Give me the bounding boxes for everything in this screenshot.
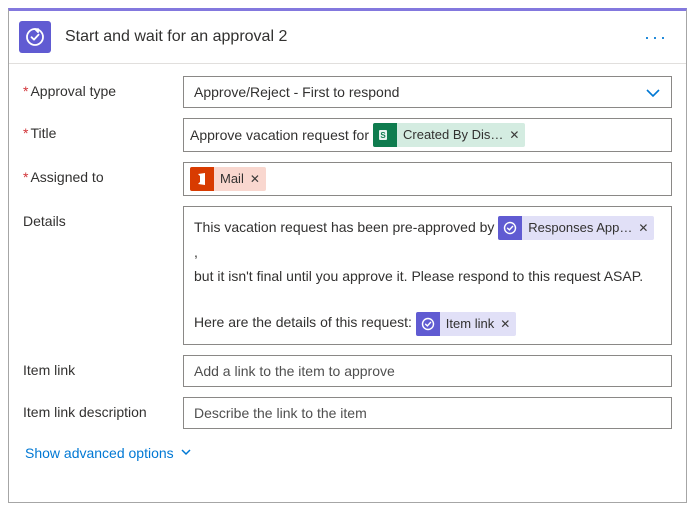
token-remove[interactable]: ✕ [250, 168, 260, 190]
token-remove[interactable]: ✕ [638, 216, 648, 240]
token-remove[interactable]: ✕ [509, 124, 519, 146]
label-details: Details [23, 206, 183, 229]
title-text: Approve vacation request for [190, 124, 369, 146]
assigned-to-input[interactable]: Mail ✕ [183, 162, 672, 196]
approvals-icon [19, 21, 51, 53]
office-icon [190, 167, 214, 191]
label-item-link: Item link [23, 355, 183, 378]
item-link-input[interactable] [183, 355, 672, 387]
approvals-token-icon [416, 312, 440, 336]
token-created-by[interactable]: S Created By Dis… ✕ [373, 123, 525, 147]
sharepoint-icon: S [373, 123, 397, 147]
row-item-link-desc: Item link description [23, 397, 672, 429]
approval-type-dropdown[interactable]: Approve/Reject - First to respond [183, 76, 672, 108]
row-item-link: Item link [23, 355, 672, 387]
token-label: Mail [220, 168, 244, 190]
label-approval-type: Approval type [23, 76, 183, 99]
label-assigned-to: Assigned to [23, 162, 183, 185]
more-menu-button[interactable]: ··· [640, 27, 672, 48]
advanced-link-text: Show advanced options [25, 445, 174, 461]
svg-text:S: S [380, 131, 386, 140]
chevron-down-icon [180, 445, 192, 461]
card-header: Start and wait for an approval 2 ··· [9, 11, 686, 64]
label-item-link-desc: Item link description [23, 397, 183, 420]
row-title: Title Approve vacation request for S Cre… [23, 118, 672, 152]
approval-type-value: Approve/Reject - First to respond [194, 84, 399, 100]
approvals-token-icon [498, 216, 522, 240]
label-title: Title [23, 118, 183, 141]
details-text-2: but it isn't final until you approve it.… [194, 264, 661, 288]
token-remove[interactable]: ✕ [500, 312, 510, 336]
token-label: Responses App… [528, 216, 632, 240]
title-input[interactable]: Approve vacation request for S Created B… [183, 118, 672, 152]
row-details: Details This vacation request has been p… [23, 206, 672, 345]
card-body: Approval type Approve/Reject - First to … [9, 64, 686, 471]
token-label: Item link [446, 312, 494, 336]
token-responses-app[interactable]: Responses App… ✕ [498, 216, 654, 240]
card-title[interactable]: Start and wait for an approval 2 [65, 28, 640, 46]
chevron-down-icon [645, 85, 661, 104]
token-item-link[interactable]: Item link ✕ [416, 312, 516, 336]
show-advanced-options[interactable]: Show advanced options [23, 439, 672, 463]
token-mail[interactable]: Mail ✕ [190, 167, 266, 191]
action-card: Start and wait for an approval 2 ··· App… [8, 8, 687, 503]
details-text-3: Here are the details of this request: [194, 314, 416, 330]
item-link-desc-input[interactable] [183, 397, 672, 429]
details-text-1a: This vacation request has been pre-appro… [194, 219, 498, 235]
row-assigned-to: Assigned to Mail ✕ [23, 162, 672, 196]
row-approval-type: Approval type Approve/Reject - First to … [23, 76, 672, 108]
details-input[interactable]: This vacation request has been pre-appro… [183, 206, 672, 345]
token-label: Created By Dis… [403, 124, 503, 146]
